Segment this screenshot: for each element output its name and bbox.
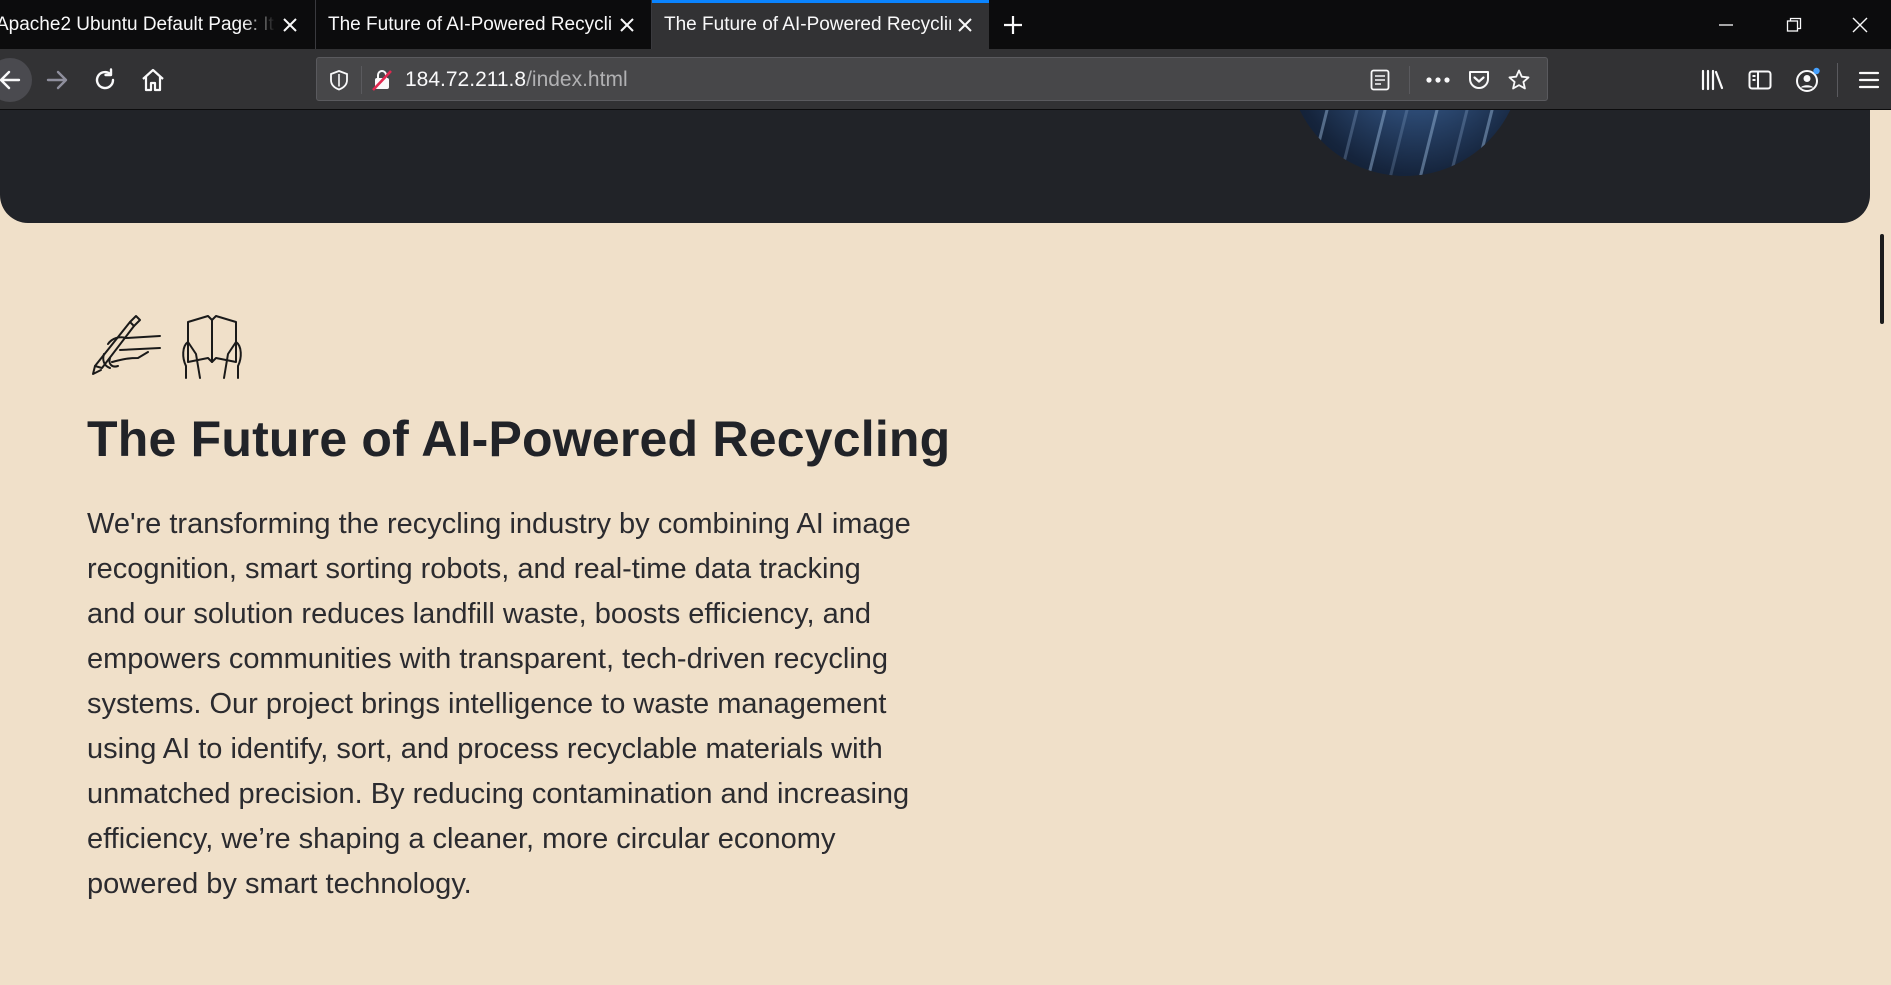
tab-recycling-1[interactable]: The Future of AI-Powered Recycling: [315, 0, 652, 49]
page-description: We're transforming the recycling industr…: [87, 508, 911, 900]
tab-title: The Future of AI-Powered Recycling: [664, 13, 951, 35]
close-icon[interactable]: [276, 11, 304, 39]
pocket-icon[interactable]: [1466, 67, 1492, 93]
writing-reading-hands-icon: [92, 315, 242, 379]
url-bar[interactable]: 184.72.211.8/index.html: [316, 57, 1548, 101]
minimize-icon[interactable]: [1692, 0, 1760, 49]
url-path: /index.html: [526, 68, 628, 91]
navigation-toolbar: 184.72.211.8/index.html: [0, 49, 1891, 110]
close-icon[interactable]: [951, 11, 979, 39]
scrollbar-thumb[interactable]: [1880, 234, 1884, 324]
insecure-lock-icon[interactable]: [369, 67, 395, 93]
tab-title: The Future of AI-Powered Recycling: [328, 13, 613, 35]
arrow-left-icon[interactable]: [0, 58, 32, 102]
tab-strip: Apache2 Ubuntu Default Page: It works Th…: [0, 0, 1891, 49]
reload-icon[interactable]: [85, 60, 125, 100]
restore-icon[interactable]: [1760, 0, 1828, 49]
close-icon[interactable]: [613, 11, 641, 39]
url-host: 184.72.211.8: [405, 68, 527, 91]
sidebar-icon[interactable]: [1740, 60, 1780, 100]
star-icon[interactable]: [1506, 67, 1532, 93]
tab-recycling-active[interactable]: The Future of AI-Powered Recycling: [652, 0, 989, 49]
plus-icon[interactable]: [994, 6, 1032, 44]
more-icon[interactable]: [1425, 67, 1451, 93]
arrow-right-icon[interactable]: [37, 60, 77, 100]
page-viewport: The Future of AI-Powered Recycling We're…: [0, 110, 1872, 985]
page-title: The Future of AI-Powered Recycling: [87, 411, 951, 467]
library-icon[interactable]: [1692, 60, 1732, 100]
hero-section: [0, 110, 1870, 223]
shield-icon[interactable]: [326, 67, 352, 93]
vertical-scrollbar[interactable]: [1872, 110, 1891, 985]
tab-apache-default[interactable]: Apache2 Ubuntu Default Page: It works: [0, 0, 314, 49]
url-text[interactable]: 184.72.211.8/index.html: [405, 68, 628, 92]
close-window-icon[interactable]: [1828, 0, 1891, 49]
home-icon[interactable]: [133, 60, 173, 100]
hamburger-menu-icon[interactable]: [1849, 60, 1889, 100]
account-icon[interactable]: [1788, 60, 1828, 100]
reader-view-icon[interactable]: [1367, 67, 1393, 93]
tab-title: Apache2 Ubuntu Default Page: It works: [0, 13, 276, 35]
